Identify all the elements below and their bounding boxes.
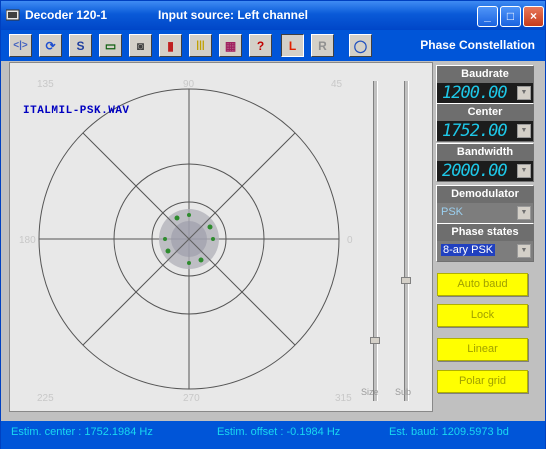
angle-label-90: 90 [183,79,195,90]
demodulator-dropdown-button[interactable]: ▼ [517,206,531,220]
size-slider-label: Size [361,387,379,397]
phase-states-select[interactable]: 8-ary PSK ▼ [437,241,533,261]
demodulator-select[interactable]: PSK ▼ [437,203,533,223]
lock-button[interactable]: Lock [437,304,528,327]
polar-grid-button[interactable]: Polar grid [437,370,528,393]
bandwidth-value: 2000.00 [442,161,508,181]
save-icon[interactable]: ▭ [99,34,122,57]
stop-icon[interactable]: ◯ [349,34,372,57]
bars-icon[interactable]: ||| [189,34,212,57]
swap-channels-icon[interactable]: <|> [9,34,32,57]
demodulator-value: PSK [441,206,464,218]
right-channel-icon[interactable]: R [311,34,334,57]
decoder-window: Decoder 120-1 Input source: Left channel… [0,0,546,449]
angle-label-0: 0 [347,235,353,246]
help-icon[interactable]: ? [249,34,272,57]
center-label: Center [437,104,533,121]
sync-icon[interactable]: S [69,34,92,57]
center-field[interactable]: 1752.00 ▼ [437,121,533,141]
refresh-icon[interactable]: ⟳ [39,34,62,57]
app-icon [6,9,20,21]
bandwidth-dropdown-button[interactable]: ▼ [517,164,531,178]
demodulator-group: Demodulator PSK ▼ [436,185,534,224]
app-title: Decoder 120-1 [25,8,108,22]
status-estimated-center: Estim. center : 1752.1984 Hz [11,426,153,438]
center-value: 1752.00 [442,121,508,141]
phase-states-label: Phase states [437,224,533,241]
phase-states-group: Phase states 8-ary PSK ▼ [436,223,534,262]
filename-label: ITALMIL-PSK.WAV [23,105,130,117]
minimize-button[interactable]: _ [477,6,498,27]
bandwidth-group: Bandwidth 2000.00 ▼ [436,143,534,182]
baudrate-value: 1200.00 [442,83,508,103]
angle-label-315: 315 [335,393,352,404]
title-bar[interactable]: Decoder 120-1 Input source: Left channel… [1,1,545,30]
size-slider-thumb[interactable] [370,337,380,344]
sub-slider-track[interactable] [404,81,409,401]
mode-label: Phase Constellation [420,38,535,52]
baudrate-group: Baudrate 1200.00 ▼ [436,65,534,104]
sub-slider-thumb[interactable] [401,277,411,284]
angle-label-45: 45 [331,79,343,90]
left-channel-icon[interactable]: L [281,34,304,57]
auto-baud-button[interactable]: Auto baud [437,273,528,296]
center-dropdown-button[interactable]: ▼ [517,124,531,138]
constellation-points [159,209,219,269]
toolbar: <|> ⟳ S ▭ ◙ ▮ ||| ▦ ? L R ◯ Phase Conste… [1,30,545,61]
spectrum-icon[interactable]: ▮ [159,34,182,57]
phase-states-value: 8-ary PSK [441,244,496,256]
grid-icon[interactable]: ▦ [219,34,242,57]
status-estimated-offset: Estim. offset : -0.1984 Hz [217,426,341,438]
maximize-button[interactable]: □ [500,6,521,27]
demodulator-label: Demodulator [437,186,533,203]
angle-label-135: 135 [37,79,54,90]
bandwidth-field[interactable]: 2000.00 ▼ [437,161,533,181]
bandwidth-label: Bandwidth [437,144,533,161]
camera-icon[interactable]: ◙ [129,34,152,57]
window-subtitle: Input source: Left channel [158,8,309,22]
center-group: Center 1752.00 ▼ [436,103,534,142]
angle-label-180: 180 [19,235,36,246]
baudrate-label: Baudrate [437,66,533,83]
angle-label-270: 270 [183,393,200,404]
status-bar: Estim. center : 1752.1984 Hz Estim. offs… [1,421,545,449]
sub-slider-label: Sub [395,387,412,397]
phase-states-dropdown-button[interactable]: ▼ [517,244,531,258]
size-slider-track[interactable] [373,81,378,401]
baudrate-field[interactable]: 1200.00 ▼ [437,83,533,103]
linear-button[interactable]: Linear [437,338,528,361]
close-button[interactable]: × [523,6,544,27]
angle-label-225: 225 [37,393,54,404]
baudrate-dropdown-button[interactable]: ▼ [517,86,531,100]
status-estimated-baud: Est. baud: 1209.5973 bd [389,426,509,438]
